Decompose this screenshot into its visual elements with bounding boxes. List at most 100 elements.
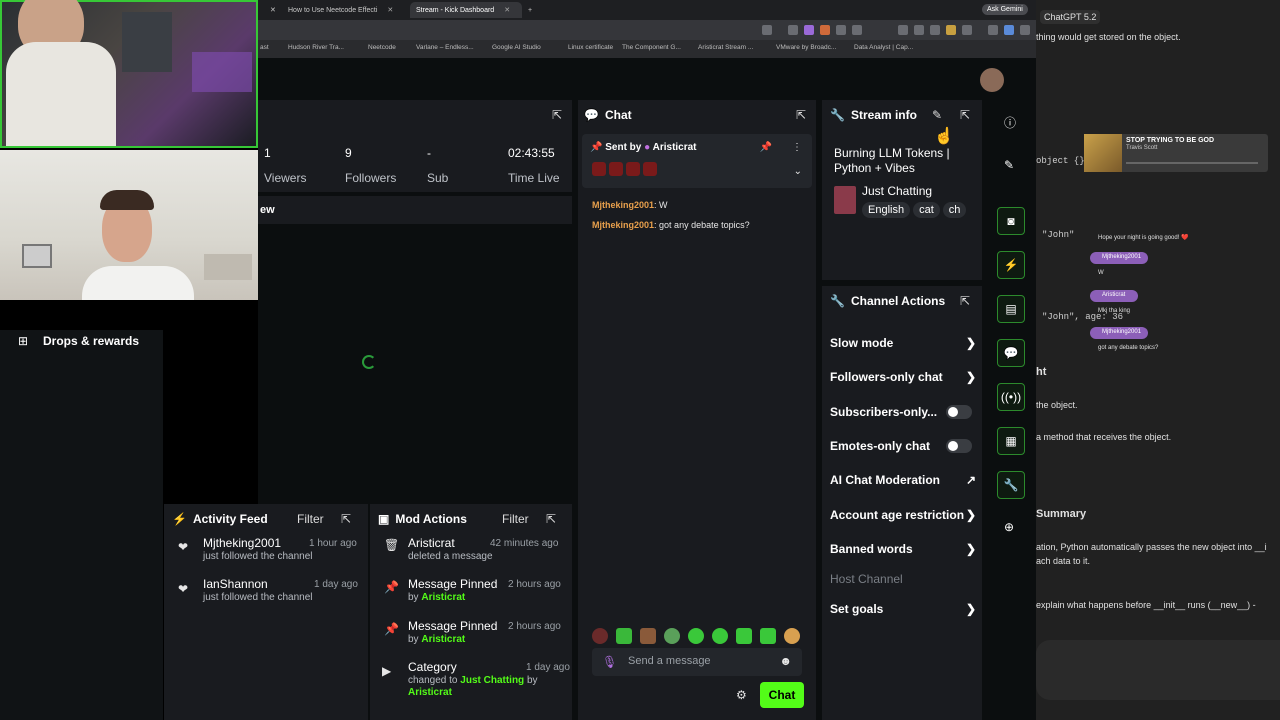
bookmark[interactable]: Aristicrat Stream ... (698, 44, 753, 51)
send-chat-button[interactable]: Chat (760, 682, 804, 708)
microphone-icon[interactable]: 🎙 (602, 655, 617, 669)
chat-input[interactable]: 🎙 Send a message ☻ (592, 648, 802, 676)
edit-pencil-icon[interactable]: ✎ (932, 108, 942, 122)
chevron-down-icon[interactable]: ⌄ (794, 166, 802, 177)
mod-by-word: by (408, 634, 419, 645)
feed-item-time: 1 hour ago (309, 538, 357, 549)
rail-video-icon[interactable]: ▦ (997, 427, 1025, 455)
action-account-age[interactable]: Account age restriction ❯ (830, 508, 976, 522)
emote-icon[interactable] (664, 628, 680, 644)
gpt-input-area[interactable] (1036, 640, 1280, 700)
popout-icon[interactable]: ⇱ (341, 512, 351, 526)
avatar[interactable] (980, 68, 1004, 92)
extension-icon[interactable] (930, 25, 940, 35)
emotes-only-toggle[interactable] (946, 439, 972, 453)
sidebar-item-drops[interactable]: Drops & rewards (43, 334, 139, 348)
tab-close-prev[interactable]: ✕ (264, 2, 282, 18)
extension-icon[interactable] (820, 25, 830, 35)
mod-by-user[interactable]: Aristicrat (421, 592, 465, 603)
bookmark[interactable]: Varlane – Endless... (416, 44, 474, 51)
action-followers-only[interactable]: Followers-only chat ❯ (830, 370, 976, 384)
pinned-prefix: Sent by (605, 142, 642, 153)
stream-title: Burning LLM Tokens | Python + Vibes (834, 146, 950, 175)
emoji-icon[interactable]: ☻ (779, 654, 792, 668)
popout-icon[interactable]: ⇱ (960, 108, 970, 122)
emote-icon[interactable] (592, 628, 608, 644)
extension-icon[interactable] (914, 25, 924, 35)
popout-icon[interactable]: ⇱ (552, 108, 562, 122)
extension-icon[interactable] (962, 25, 972, 35)
bookmark[interactable]: The Component G... (622, 44, 681, 51)
mod-filter-button[interactable]: Filter (502, 512, 529, 526)
tab-kick-dashboard[interactable]: Stream - Kick Dashboard ✕ (410, 2, 522, 18)
chat-username[interactable]: Mjtheking2001 (592, 220, 654, 230)
info-icon[interactable]: ⓘ (1004, 114, 1016, 131)
extension-icon[interactable] (836, 25, 846, 35)
bookmark[interactable]: Neetcode (368, 44, 396, 51)
emote-icon[interactable] (784, 628, 800, 644)
bookmark[interactable]: Linux certificate (568, 44, 613, 51)
chatgpt-model-label[interactable]: ChatGPT 5.2 (1040, 10, 1101, 24)
emote-icon[interactable] (688, 628, 704, 644)
rail-broadcast-icon[interactable]: ((•)) (997, 383, 1025, 411)
extension-icon[interactable] (804, 25, 814, 35)
edit-pencil-icon[interactable]: ✎ (1004, 158, 1014, 172)
close-icon[interactable]: ✕ (387, 6, 393, 14)
more-icon[interactable]: ⋮ (792, 142, 802, 153)
activity-filter-button[interactable]: Filter (297, 512, 324, 526)
chevron-right-icon: ❯ (965, 336, 976, 350)
extension-icon[interactable] (946, 25, 956, 35)
subscribers-only-toggle[interactable] (946, 405, 972, 419)
feed-item-name[interactable]: IanShannon (203, 577, 268, 591)
bookmark[interactable]: VMware by Broadc... (776, 44, 836, 51)
popout-icon[interactable]: ⇱ (546, 512, 556, 526)
followers-label: Followers (345, 171, 397, 185)
rail-chat-icon[interactable]: 💬 (997, 339, 1025, 367)
category-name[interactable]: Just Chatting (862, 184, 932, 198)
action-slow-mode[interactable]: Slow mode ❯ (830, 336, 976, 350)
extension-icon[interactable] (898, 25, 908, 35)
pinned-message[interactable]: 📌 Sent by ● Aristicrat 📌 ⋮ ⌄ (582, 134, 812, 188)
action-ai-moderation[interactable]: AI Chat Moderation ↗ (830, 473, 976, 487)
add-widget-icon[interactable]: ⊕ (1004, 520, 1014, 534)
rail-wrench-icon[interactable]: 🔧 (997, 471, 1025, 499)
pinned-user[interactable]: Aristicrat (653, 142, 697, 153)
close-icon[interactable]: ✕ (504, 6, 510, 14)
chat-username[interactable]: Mjtheking2001 (592, 200, 654, 210)
mod-by-user[interactable]: Aristicrat (421, 634, 465, 645)
kebab-menu-icon[interactable] (1020, 25, 1030, 35)
ask-gemini-button[interactable]: Ask Gemini (982, 4, 1028, 15)
emote-icon[interactable] (640, 628, 656, 644)
emote-icon[interactable] (616, 628, 632, 644)
rail-bolt-icon[interactable]: ⚡ (997, 251, 1025, 279)
rail-camera-icon[interactable]: ◙ (997, 207, 1025, 235)
bookmarks-bar: ast Hudson River Tra... Neetcode Varlane… (258, 40, 1036, 58)
mod-by-user[interactable]: Aristicrat (408, 687, 452, 698)
action-banned-words[interactable]: Banned words ❯ (830, 542, 976, 556)
unpin-icon[interactable]: 📌 (760, 142, 772, 153)
tag-pill: cat (913, 202, 940, 218)
action-set-goals[interactable]: Set goals ❯ (830, 602, 976, 616)
mod-category-link[interactable]: Just Chatting (460, 675, 524, 686)
bookmark[interactable]: ast (260, 44, 269, 51)
emote-icon[interactable] (712, 628, 728, 644)
extension-icon[interactable] (852, 25, 862, 35)
new-tab-button[interactable]: + (522, 2, 538, 18)
profile-icon[interactable] (988, 25, 998, 35)
tab-neetcode[interactable]: How to Use Neetcode Effecti ✕ (282, 2, 410, 18)
bookmark[interactable]: Hudson River Tra... (288, 44, 344, 51)
bookmark[interactable]: Google AI Studio (492, 44, 541, 51)
star-icon[interactable] (762, 25, 772, 35)
feed-item-name[interactable]: Mjtheking2001 (203, 536, 281, 550)
profile-icon[interactable] (1004, 25, 1014, 35)
rail-shield-icon[interactable]: ▤ (997, 295, 1025, 323)
bookmark[interactable]: Data Analyst | Cap... (854, 44, 913, 51)
emote-icon[interactable] (760, 628, 776, 644)
popout-icon[interactable]: ⇱ (796, 108, 806, 122)
popout-icon[interactable]: ⇱ (960, 294, 970, 308)
extension-icon[interactable] (788, 25, 798, 35)
emote-icon[interactable] (736, 628, 752, 644)
settings-gear-icon[interactable]: ⚙ (736, 688, 747, 702)
pin-icon: 📌 (590, 142, 606, 153)
chat-header: 💬 Chat (584, 108, 632, 122)
